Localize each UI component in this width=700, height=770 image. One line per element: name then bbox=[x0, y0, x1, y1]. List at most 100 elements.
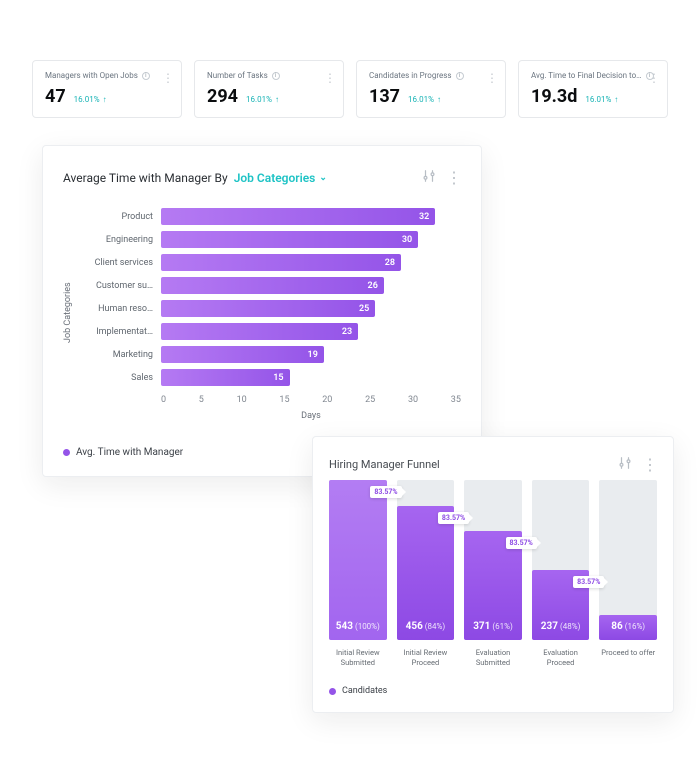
info-icon[interactable]: i bbox=[142, 72, 150, 80]
funnel-value: 371 bbox=[473, 621, 490, 632]
bar-chart-title-wrap: Average Time with Manager By Job Categor… bbox=[63, 171, 327, 185]
funnel-chart-body: 543 (100%) 83.57% Initial Review Submitted… bbox=[329, 488, 657, 668]
more-menu-icon[interactable]: ⋮ bbox=[446, 168, 461, 187]
bar-fill[interactable]: 15 bbox=[161, 369, 290, 386]
funnel-percent: (84%) bbox=[425, 622, 445, 631]
x-tick: 15 bbox=[279, 395, 289, 405]
more-menu-icon[interactable]: ⋮ bbox=[486, 71, 497, 85]
bar-track: 26 bbox=[161, 277, 461, 294]
x-tick: 10 bbox=[237, 395, 247, 405]
funnel-percent: (48%) bbox=[560, 622, 580, 631]
bar-chart-actions: ⋮ bbox=[422, 168, 461, 187]
bar-fill[interactable]: 23 bbox=[161, 323, 358, 340]
kpi-delta: 16.01% ↑ bbox=[585, 95, 618, 104]
bar-chart-bars: Product32 Engineering30 Client services 28 C… bbox=[79, 205, 461, 389]
funnel-track: 86 (16%) bbox=[599, 480, 657, 640]
funnel-value-wrap: 86 (16%) bbox=[599, 621, 657, 632]
bar-category-label: Product bbox=[79, 212, 161, 222]
kpi-value-row: 4716.01% ↑ bbox=[45, 86, 169, 107]
chevron-down-icon: ⌄ bbox=[319, 173, 327, 183]
info-icon[interactable]: i bbox=[272, 72, 280, 80]
kpi-delta: 16.01% ↑ bbox=[74, 95, 107, 104]
bar-chart-legend-label: Avg. Time with Manager bbox=[76, 447, 183, 458]
kpi-card[interactable]: Avg. Time to Final Decision to…i⋮19.3d16… bbox=[518, 60, 668, 118]
x-tick: 5 bbox=[199, 395, 204, 405]
funnel-chart-header: Hiring Manager Funnel ⋮ bbox=[329, 455, 657, 474]
funnel-value: 543 bbox=[336, 621, 353, 632]
kpi-card[interactable]: Candidates in Progressi⋮13716.01% ↑ bbox=[356, 60, 506, 118]
funnel-column: 371 (61%)83.57% Evaluation Submitted bbox=[464, 480, 522, 668]
funnel-stage-label: Evaluation Submitted bbox=[464, 648, 522, 668]
bar-row: Engineering30 bbox=[79, 228, 461, 251]
more-menu-icon[interactable]: ⋮ bbox=[642, 455, 657, 474]
funnel-column: 237 (48%)83.57%Evaluation Proceed bbox=[532, 480, 590, 668]
bar-value-label: 23 bbox=[342, 327, 352, 337]
bar-fill[interactable]: 28 bbox=[161, 254, 401, 271]
funnel-stage-label: Initial Review Submitted bbox=[329, 648, 387, 668]
bar-row: Customer su…26 bbox=[79, 274, 461, 297]
legend-dot-icon bbox=[63, 449, 70, 456]
kpi-title: Candidates in Progressi bbox=[369, 71, 493, 80]
bar-fill[interactable]: 19 bbox=[161, 346, 324, 363]
legend-dot-icon bbox=[329, 688, 336, 695]
kpi-value: 294 bbox=[207, 86, 238, 107]
funnel-transition-badge: 83.57% bbox=[438, 512, 469, 524]
kpi-card[interactable]: Managers with Open Jobsi⋮4716.01% ↑ bbox=[32, 60, 182, 118]
kpi-value: 137 bbox=[369, 86, 400, 107]
kpi-value-row: 13716.01% ↑ bbox=[369, 86, 493, 107]
funnel-percent: (16%) bbox=[625, 622, 645, 631]
funnel-track: 237 (48%)83.57% bbox=[532, 480, 590, 640]
bar-fill[interactable]: 32 bbox=[161, 208, 435, 225]
bar-row: Marketing19 bbox=[79, 343, 461, 366]
funnel-track: 456 (84%)83.57% bbox=[397, 480, 455, 640]
funnel-value: 456 bbox=[406, 621, 423, 632]
funnel-value-wrap: 456 (84%) bbox=[397, 621, 455, 632]
kpi-card[interactable]: Number of Tasksi⋮29416.01% ↑ bbox=[194, 60, 344, 118]
funnel-chart-legend-label: Candidates bbox=[342, 686, 387, 696]
more-menu-icon[interactable]: ⋮ bbox=[162, 71, 173, 85]
bar-track: 30 bbox=[161, 231, 461, 248]
bar-value-label: 15 bbox=[273, 373, 283, 383]
bar-track: 25 bbox=[161, 300, 461, 317]
bar-chart-title: Average Time with Manager By bbox=[63, 171, 228, 185]
bar-value-label: 30 bbox=[402, 235, 412, 245]
bar-fill[interactable]: 25 bbox=[161, 300, 375, 317]
bar-fill[interactable]: 26 bbox=[161, 277, 384, 294]
funnel-value: 86 bbox=[611, 621, 622, 632]
funnel-fill[interactable]: 456 (84%) bbox=[397, 506, 455, 640]
bar-chart-groupby-dropdown[interactable]: Job Categories ⌄ bbox=[234, 171, 327, 185]
funnel-chart-card: Hiring Manager Funnel ⋮ 543 (100%) 83.57%… bbox=[312, 436, 674, 713]
bar-track: 15 bbox=[161, 369, 461, 386]
trend-up-icon: ↑ bbox=[437, 95, 441, 104]
info-icon[interactable]: i bbox=[456, 72, 464, 80]
funnel-value-wrap: 237 (48%) bbox=[532, 621, 590, 632]
settings-sliders-icon[interactable] bbox=[618, 455, 632, 474]
funnel-percent: (100%) bbox=[355, 622, 380, 631]
x-tick: 30 bbox=[408, 395, 418, 405]
bar-chart-x-axis-label: Days bbox=[161, 411, 461, 421]
more-menu-icon[interactable]: ⋮ bbox=[324, 71, 335, 85]
bar-chart-x-axis: 05101520253035 bbox=[161, 395, 461, 405]
bar-chart-card: Average Time with Manager By Job Categor… bbox=[42, 145, 482, 477]
funnel-fill[interactable]: 543 (100%) bbox=[329, 480, 387, 640]
kpi-title: Managers with Open Jobsi bbox=[45, 71, 169, 80]
kpi-value-row: 29416.01% ↑ bbox=[207, 86, 331, 107]
funnel-stage-label: Initial Review Proceed bbox=[397, 648, 455, 668]
kpi-value: 19.3d bbox=[531, 86, 577, 107]
funnel-stage-label: Proceed to offer bbox=[601, 648, 655, 668]
more-menu-icon[interactable]: ⋮ bbox=[648, 71, 659, 85]
funnel-chart-legend: Candidates bbox=[329, 686, 657, 696]
settings-sliders-icon[interactable] bbox=[422, 168, 436, 187]
bar-value-label: 28 bbox=[385, 258, 395, 268]
bar-category-label: Client services bbox=[79, 258, 161, 268]
bar-chart-plot: Product32 Engineering30 Client services 28 C… bbox=[79, 205, 461, 421]
bar-category-label: Human reso… bbox=[79, 304, 161, 314]
funnel-chart-title: Hiring Manager Funnel bbox=[329, 458, 440, 471]
bar-fill[interactable]: 30 bbox=[161, 231, 418, 248]
funnel-track: 371 (61%)83.57% bbox=[464, 480, 522, 640]
funnel-fill[interactable]: 86 (16%) bbox=[599, 615, 657, 640]
trend-up-icon: ↑ bbox=[103, 95, 107, 104]
kpi-value-row: 19.3d 16.01% ↑ bbox=[531, 86, 655, 107]
bar-category-label: Implementat… bbox=[79, 327, 161, 337]
bar-category-label: Marketing bbox=[79, 350, 161, 360]
